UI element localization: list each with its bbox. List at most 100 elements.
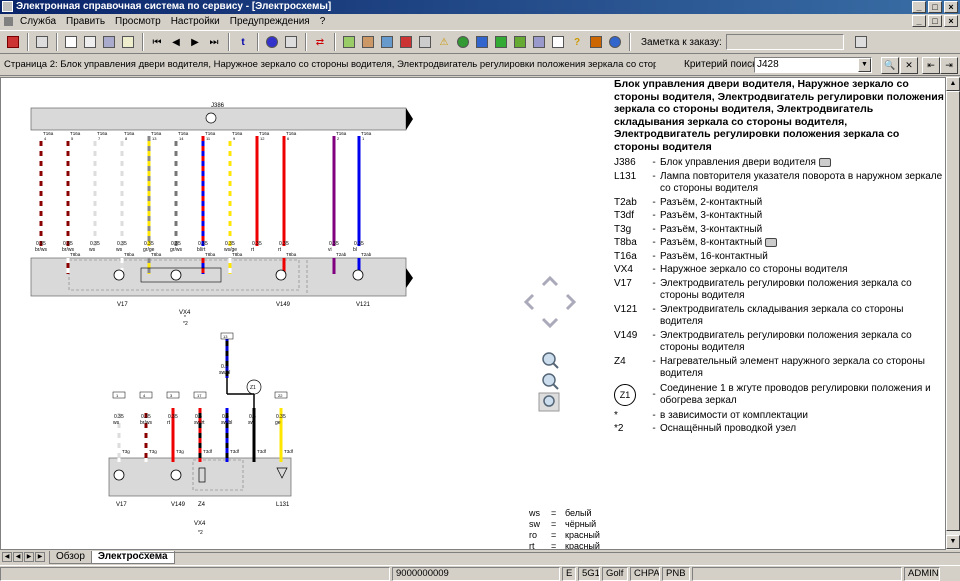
menu-settings[interactable]: Настройки bbox=[166, 16, 225, 27]
pan-up-icon[interactable] bbox=[541, 275, 559, 287]
tool8-icon[interactable] bbox=[492, 33, 510, 51]
search-binoculars-icon[interactable]: 🔍 bbox=[881, 57, 899, 74]
next-page-icon[interactable]: ▶ bbox=[186, 33, 204, 51]
pin-number: 12 bbox=[260, 136, 265, 141]
wire-color: sw/bl bbox=[221, 420, 232, 426]
status-gearbox: PNB bbox=[662, 566, 690, 581]
mdi-minimize-button[interactable]: _ bbox=[912, 15, 926, 27]
edit-document-icon[interactable] bbox=[81, 33, 99, 51]
info-icon[interactable] bbox=[263, 33, 281, 51]
tab-next-icon[interactable]: ▶ bbox=[24, 552, 34, 562]
menu-help[interactable]: ? bbox=[315, 16, 331, 27]
wire-color: sw bbox=[248, 420, 255, 426]
car-icon[interactable] bbox=[100, 33, 118, 51]
warning-icon[interactable]: ⚠ bbox=[435, 33, 453, 51]
camera-icon[interactable] bbox=[818, 157, 831, 167]
first-page-icon[interactable]: ⏮ bbox=[148, 33, 166, 51]
search-clear-icon[interactable]: ✕ bbox=[900, 57, 918, 74]
menu-view[interactable]: Просмотр bbox=[110, 16, 166, 27]
vertical-scrollbar[interactable]: ▲ ▼ bbox=[946, 77, 960, 550]
pan-down-icon[interactable] bbox=[541, 317, 559, 329]
tab-last-icon[interactable]: ▶ bbox=[35, 552, 45, 562]
legend-code: J386 bbox=[614, 157, 636, 168]
legend-text: Лампа повторителя указателя поворота в н… bbox=[660, 170, 943, 195]
status-bar: 9000000009 E 5G1 Golf CHPA PNB ADMIN bbox=[0, 565, 960, 581]
scroll-thumb[interactable] bbox=[946, 91, 960, 531]
tab-overview[interactable]: Обзор bbox=[49, 550, 92, 564]
text-mode-icon[interactable]: t bbox=[234, 33, 252, 51]
legend-row-note2: *2 - Оснащённый проводкой узел bbox=[614, 423, 797, 434]
prev-page-icon[interactable]: ◀ bbox=[167, 33, 185, 51]
ground-symbol-icon bbox=[205, 112, 217, 124]
minimize-button[interactable]: _ bbox=[912, 1, 926, 13]
help-book-icon[interactable] bbox=[282, 33, 300, 51]
checklist-icon[interactable] bbox=[549, 33, 567, 51]
tool9-icon[interactable] bbox=[511, 33, 529, 51]
chevron-down-icon[interactable]: ▼ bbox=[858, 58, 871, 72]
new-document-icon[interactable] bbox=[62, 33, 80, 51]
scroll-down-icon[interactable]: ▼ bbox=[946, 535, 960, 549]
horizontal-scrollbar[interactable] bbox=[140, 552, 960, 563]
tool5-icon[interactable] bbox=[416, 33, 434, 51]
scroll-up-icon[interactable]: ▲ bbox=[946, 77, 960, 91]
menu-warnings[interactable]: Предупреждения bbox=[225, 16, 315, 27]
search-criteria-select[interactable]: J428 ▼ bbox=[754, 57, 872, 73]
legend-row-z1: Z1 - Соединение 1 в жгуте проводов регул… bbox=[614, 383, 944, 408]
tab-prev-icon[interactable]: ◀ bbox=[13, 552, 23, 562]
legend-text: Наружное зеркало со стороны водителя bbox=[660, 264, 848, 275]
arrow-right-icon-2 bbox=[406, 268, 413, 288]
tool6-icon[interactable] bbox=[454, 33, 472, 51]
z1-circle-icon: Z1 bbox=[614, 384, 636, 406]
legend-text: Нагревательный элемент наружного зеркала… bbox=[660, 355, 925, 380]
mdi-close-button[interactable]: × bbox=[944, 15, 958, 27]
pin-connector: T3df bbox=[257, 449, 267, 454]
menu-edit[interactable]: Править bbox=[61, 16, 110, 27]
pin-connector: T3df bbox=[284, 449, 294, 454]
pin-box bbox=[112, 391, 126, 399]
maximize-button[interactable]: □ bbox=[928, 1, 942, 13]
search-criteria-label: Критерий поиска: bbox=[684, 59, 766, 70]
search-prev-icon[interactable]: ⇤ bbox=[922, 57, 940, 74]
pin-connector: T3g bbox=[176, 449, 184, 454]
tab-first-icon[interactable]: ◀ bbox=[2, 552, 12, 562]
wire-color-legend: ws = белый sw = чёрный ro = красный rt = красный bbox=[529, 508, 600, 550]
status-message bbox=[0, 566, 390, 581]
last-page-icon[interactable]: ⏭ bbox=[205, 33, 223, 51]
help-icon[interactable]: ? bbox=[568, 33, 586, 51]
order-note-input[interactable] bbox=[725, 34, 844, 50]
mdi-maximize-button[interactable]: □ bbox=[928, 15, 942, 27]
tool4-icon[interactable] bbox=[397, 33, 415, 51]
globe-icon[interactable] bbox=[606, 33, 624, 51]
close-button[interactable]: × bbox=[944, 1, 958, 13]
pin-number: 1 bbox=[362, 136, 365, 141]
zoom-in-icon[interactable] bbox=[542, 352, 559, 369]
print-icon[interactable] bbox=[33, 33, 51, 51]
tool10-icon[interactable] bbox=[530, 33, 548, 51]
z1-color: sw/bl bbox=[219, 370, 230, 376]
zoom-fit-icon[interactable] bbox=[542, 373, 559, 390]
zoom-out-icon[interactable] bbox=[538, 392, 560, 412]
wire-color: bl bbox=[353, 247, 357, 253]
legend-row: V121- Электродвигатель складывания зеркал… bbox=[614, 304, 944, 329]
notes-icon[interactable] bbox=[119, 33, 137, 51]
pin-box bbox=[139, 391, 153, 399]
tool3-icon[interactable] bbox=[378, 33, 396, 51]
search-next-icon[interactable]: ⇥ bbox=[940, 57, 958, 74]
tool1-icon[interactable] bbox=[340, 33, 358, 51]
tool2-icon[interactable] bbox=[359, 33, 377, 51]
exit-icon[interactable] bbox=[4, 33, 22, 51]
legend-text: Разъём, 3-контактный bbox=[660, 223, 763, 235]
swap-icon[interactable]: ⇄ bbox=[311, 33, 329, 51]
pan-left-icon[interactable] bbox=[523, 293, 535, 311]
tool11-icon[interactable] bbox=[587, 33, 605, 51]
camera-icon[interactable] bbox=[765, 237, 778, 247]
legend-row: J386- Блок управления двери водителя bbox=[614, 157, 944, 170]
tool7-icon[interactable] bbox=[473, 33, 491, 51]
status-model-code: 5G1 bbox=[578, 566, 600, 581]
pin-number: 4 bbox=[44, 136, 47, 141]
menu-service[interactable]: Служба bbox=[15, 16, 61, 27]
wire-color: rt bbox=[251, 247, 255, 253]
calculator-icon[interactable] bbox=[852, 33, 870, 51]
pan-right-icon[interactable] bbox=[565, 293, 577, 311]
legend-row: T2ab - Разъём, 2-контактный bbox=[614, 197, 944, 210]
